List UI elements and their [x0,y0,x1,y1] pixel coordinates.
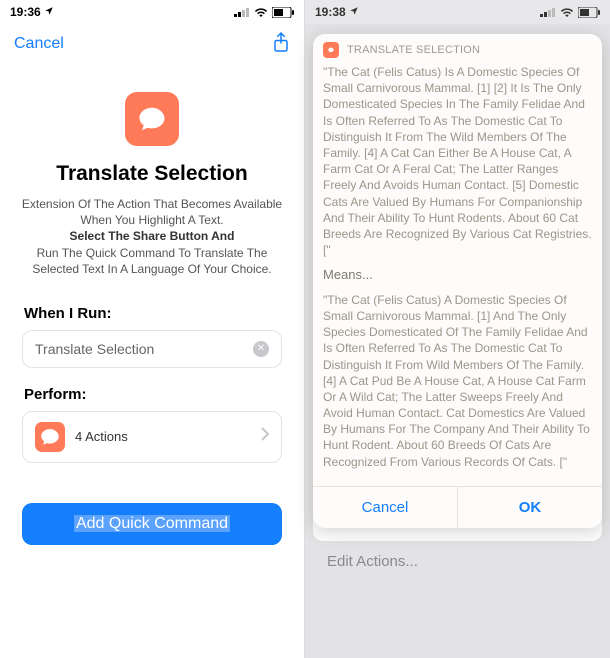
hero-description: Extension Of The Action That Becomes Ava… [20,196,284,277]
edit-actions-button[interactable]: Edit Actions... [313,541,602,570]
original-text: "The Cat (Felis Catus) Is A Domestic Spe… [323,64,592,258]
clear-icon[interactable]: ✕ [253,341,269,357]
setup-screen: 19:36 Cancel Translate Selection Extensi… [0,0,305,658]
chevron-right-icon [261,427,269,446]
alert-title: TRANSLATE SELECTION [347,44,480,56]
perform-label: Perform: [0,368,304,411]
location-icon [349,5,359,19]
chat-icon [323,42,339,58]
signal-icon [540,7,556,17]
nav-bar: Cancel [0,24,304,64]
alert-actions: Cancel OK [313,486,602,528]
signal-icon [234,7,250,17]
add-quick-command-button[interactable]: Add Quick Command [22,503,282,545]
app-icon [125,92,179,146]
status-indicators [234,7,294,18]
status-time: 19:36 [10,5,41,19]
alert-body: "The Cat (Felis Catus) Is A Domestic Spe… [313,64,602,486]
cancel-button[interactable]: Cancel [14,35,64,53]
location-icon [44,5,54,19]
result-screen: 19:38 TRANSLATE SELECTION "The Cat (Feli… [305,0,610,658]
status-bar: 19:36 [0,0,304,24]
chat-icon [35,422,65,452]
wifi-icon [560,7,574,17]
battery-icon [272,7,294,18]
status-time: 19:38 [315,5,346,19]
perform-card[interactable]: 4 Actions [22,411,282,463]
alert-cancel-button[interactable]: Cancel [313,487,457,528]
hero-title: Translate Selection [56,162,247,186]
translation-alert: TRANSLATE SELECTION "The Cat (Felis Catu… [313,34,602,528]
translated-text: "The Cat (Felis Catus) A Domestic Specie… [323,292,592,470]
battery-icon [578,7,600,18]
when-i-run-label: When I Run: [0,287,304,330]
hero: Translate Selection Extension Of The Act… [0,64,304,287]
shortcut-name-input[interactable] [35,341,253,357]
wifi-icon [254,7,268,17]
perform-count: 4 Actions [75,429,251,444]
alert-ok-button[interactable]: OK [457,487,602,528]
status-indicators [540,7,600,18]
status-bar: 19:38 [305,0,610,24]
when-i-run-card: ✕ [22,330,282,368]
means-label: Means... [323,266,592,284]
share-button[interactable] [272,31,290,58]
